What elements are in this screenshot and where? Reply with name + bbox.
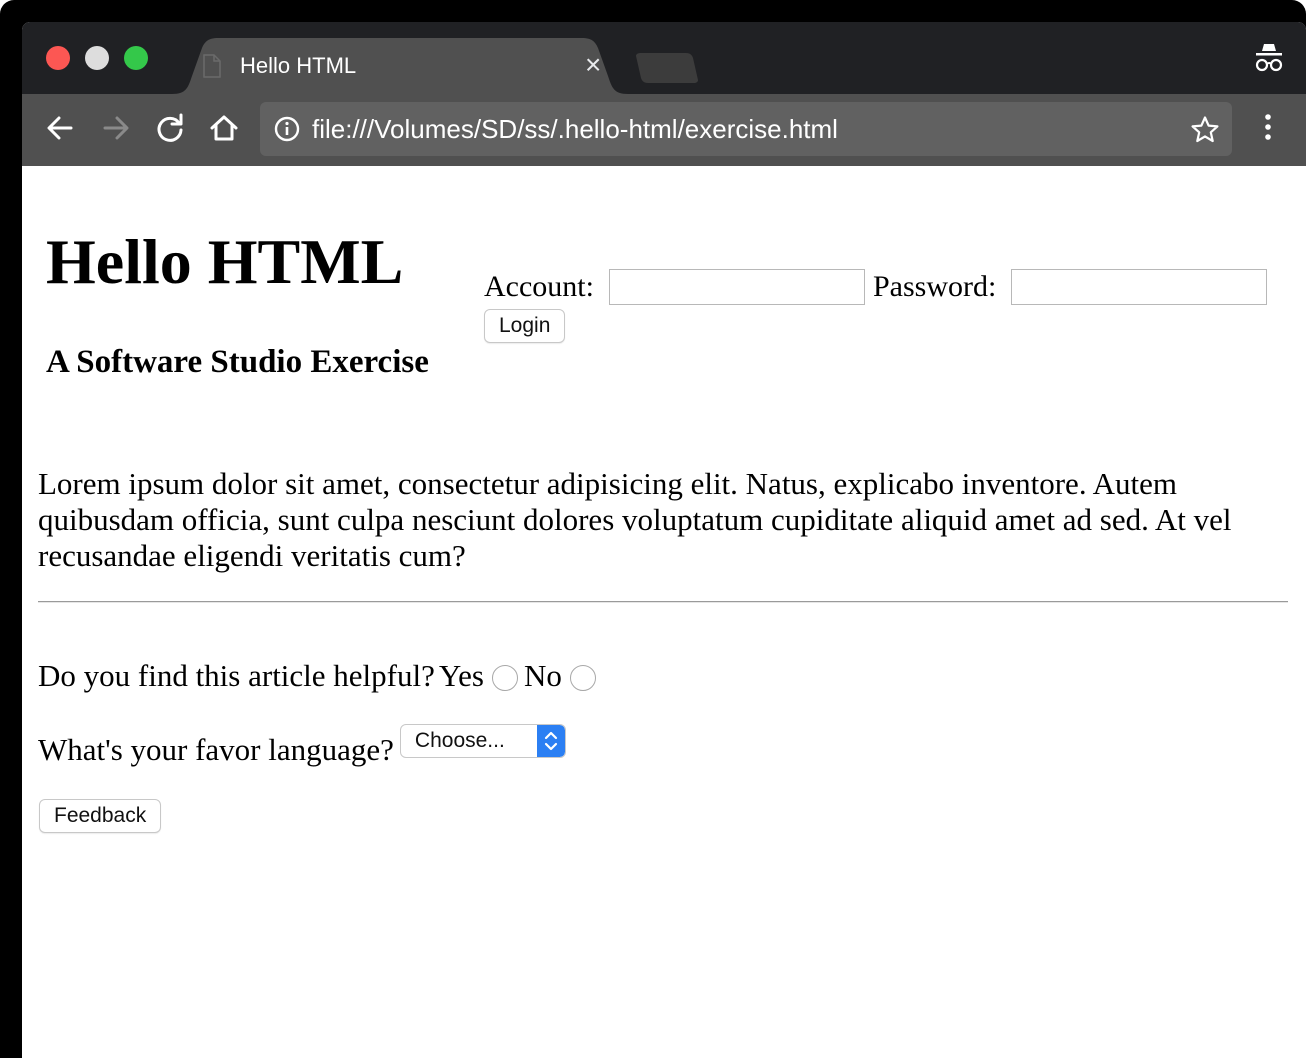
language-question-row: What's your favor language? Choose... bbox=[38, 724, 566, 767]
new-tab-button[interactable] bbox=[634, 52, 700, 89]
close-tab-icon[interactable]: × bbox=[585, 48, 601, 82]
incognito-icon bbox=[1254, 42, 1284, 79]
language-select-value: Choose... bbox=[414, 729, 505, 752]
page-content: Hello HTML A Software Studio Exercise Ac… bbox=[22, 166, 1306, 1058]
minimize-window-button[interactable] bbox=[85, 46, 109, 70]
yes-label: Yes bbox=[438, 658, 484, 693]
body-paragraph: Lorem ipsum dolor sit amet, consectetur … bbox=[38, 466, 1232, 573]
page-title: Hello HTML bbox=[46, 226, 404, 297]
feedback-button[interactable]: Feedback bbox=[39, 799, 162, 833]
yes-radio[interactable] bbox=[491, 665, 518, 691]
menu-icon[interactable] bbox=[1258, 112, 1278, 149]
tab-hello-html[interactable]: Hello HTML × bbox=[172, 38, 628, 94]
account-input[interactable] bbox=[609, 269, 865, 305]
no-radio[interactable] bbox=[569, 665, 596, 691]
helpful-question: Do you find this article helpful? bbox=[38, 658, 435, 693]
browser-toolbar: file:///Volumes/SD/ss/.hello-html/exerci… bbox=[22, 94, 1306, 166]
forward-icon[interactable] bbox=[100, 112, 132, 149]
page-icon bbox=[202, 54, 222, 83]
helpful-question-row: Do you find this article helpful? Yes No bbox=[38, 656, 602, 696]
screen-frame: Hello HTML × file:///Volumes/SD/ss/.hell… bbox=[0, 0, 1306, 1058]
tab-title: Hello HTML bbox=[240, 53, 357, 78]
browser-window: Hello HTML × file:///Volumes/SD/ss/.hell… bbox=[22, 22, 1306, 1058]
language-select[interactable]: Choose... bbox=[399, 724, 566, 758]
divider bbox=[38, 601, 1288, 603]
maximize-window-button[interactable] bbox=[124, 46, 148, 70]
account-label: Account: bbox=[484, 270, 594, 303]
tab-strip: Hello HTML × bbox=[22, 22, 1306, 94]
chevron-up-down-icon bbox=[536, 725, 565, 757]
address-bar[interactable]: file:///Volumes/SD/ss/.hello-html/exerci… bbox=[260, 102, 1232, 156]
back-icon[interactable] bbox=[44, 112, 76, 149]
info-icon[interactable] bbox=[274, 116, 300, 147]
login-button[interactable]: Login bbox=[484, 309, 566, 343]
no-label: No bbox=[523, 658, 562, 693]
star-icon[interactable] bbox=[1190, 115, 1220, 150]
url-text[interactable]: file:///Volumes/SD/ss/.hello-html/exerci… bbox=[312, 114, 838, 145]
language-question: What's your favor language? bbox=[38, 732, 394, 767]
password-input[interactable] bbox=[1011, 269, 1267, 305]
reload-icon[interactable] bbox=[154, 112, 186, 149]
close-window-button[interactable] bbox=[46, 46, 70, 70]
home-icon[interactable] bbox=[208, 112, 240, 149]
password-label: Password: bbox=[873, 270, 997, 303]
page-subtitle: A Software Studio Exercise bbox=[46, 344, 429, 380]
